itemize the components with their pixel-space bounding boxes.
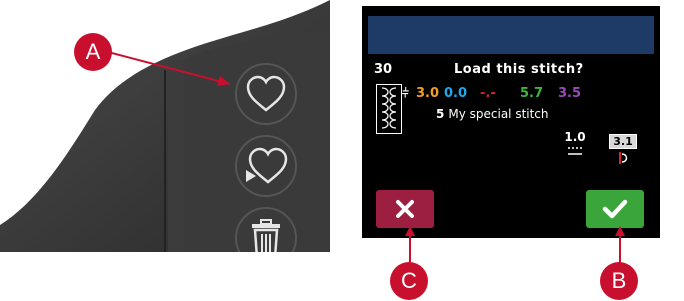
confirm-button[interactable] [586,190,644,228]
stitch-name: My special stitch [448,107,549,121]
stitch-value-5: 3.5 [558,85,582,101]
stitch-name-line: 5 My special stitch [436,107,549,121]
trash-icon [235,207,297,252]
callout-c-arrow [405,226,415,264]
stitch-name-number: 5 [436,107,445,121]
dialog-header [368,16,654,54]
close-icon [396,200,414,218]
stitch-values-row: ⫩ 3.0 0.0 -.- 5.7 3.5 [402,84,588,102]
callout-a: A [74,33,112,71]
stitch-length-icon [568,147,582,155]
thread-tension-block: 3.1 [608,130,638,165]
load-favorite-button[interactable] [234,134,298,198]
save-favorite-button[interactable] [234,62,298,126]
stitch-position-value: 0.0 [444,85,468,101]
thread-tension-value: 3.1 [609,134,637,149]
callout-b: B [600,262,638,300]
stitch-width-value: 3.0 [416,85,440,101]
stitch-length-value: 1.0 [564,130,586,144]
stitch-preview-icon [376,84,402,134]
heart-load-icon [235,135,297,197]
stitch-number: 30 [374,62,393,77]
load-stitch-dialog: 30 Load this stitch? ⫩ 3.0 0.0 -.- 5.7 3… [362,6,660,238]
stitch-value-3: -.- [480,85,496,101]
checkmark-icon [602,199,628,219]
delete-favorite-button[interactable] [234,206,298,252]
thread-tension-icon [619,152,628,164]
heart-icon [235,63,297,125]
callout-b-arrow [615,226,625,264]
stitch-length-block: 1.0 [560,130,590,156]
dialog-title: Load this stitch? [454,62,584,77]
callout-a-arrow [107,51,231,86]
cancel-button[interactable] [376,190,434,228]
stitch-width-icon: ⫩ [402,85,409,100]
callout-c: C [390,262,428,300]
stitch-value-4: 5.7 [520,85,544,101]
